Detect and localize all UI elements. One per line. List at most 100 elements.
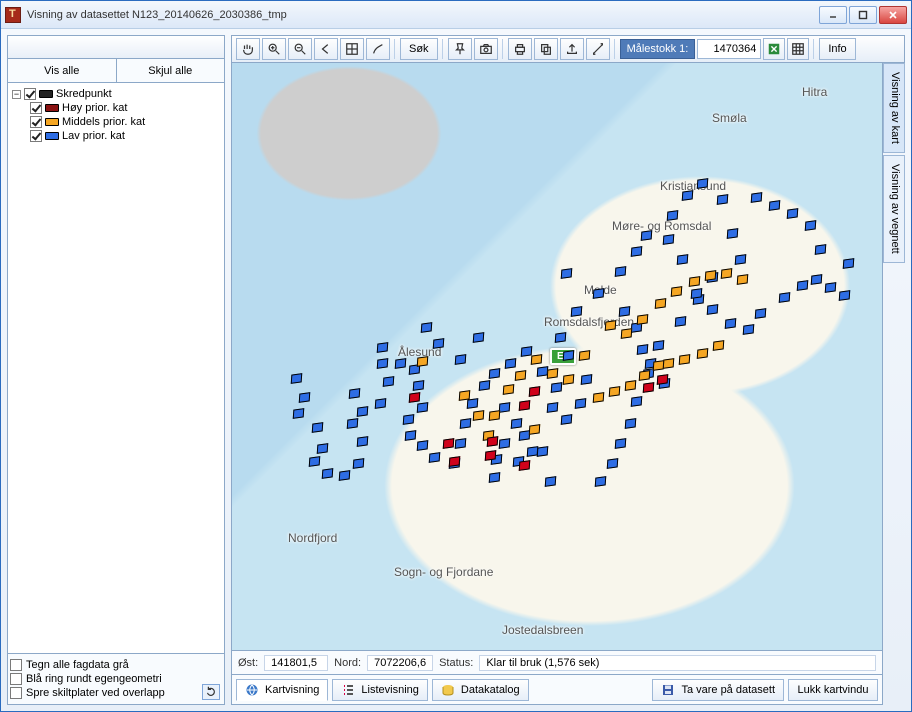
data-point[interactable] bbox=[417, 356, 429, 367]
copy-button[interactable] bbox=[534, 38, 558, 60]
opt-blue-ring-checkbox[interactable] bbox=[10, 673, 22, 685]
data-point[interactable] bbox=[769, 200, 781, 211]
data-point[interactable] bbox=[751, 192, 763, 203]
data-point[interactable] bbox=[705, 270, 717, 281]
data-point[interactable] bbox=[519, 460, 531, 471]
data-point[interactable] bbox=[322, 468, 334, 479]
data-point[interactable] bbox=[503, 384, 515, 395]
data-point[interactable] bbox=[455, 354, 467, 365]
data-point[interactable] bbox=[743, 324, 755, 335]
data-point[interactable] bbox=[473, 410, 485, 421]
data-point[interactable] bbox=[479, 380, 491, 391]
data-point[interactable] bbox=[339, 470, 351, 481]
data-point[interactable] bbox=[653, 340, 665, 351]
export-button[interactable] bbox=[560, 38, 584, 60]
data-point[interactable] bbox=[755, 308, 767, 319]
data-point[interactable] bbox=[615, 438, 627, 449]
data-point[interactable] bbox=[663, 358, 675, 369]
data-point[interactable] bbox=[571, 306, 583, 317]
data-point[interactable] bbox=[839, 290, 851, 301]
data-point[interactable] bbox=[631, 396, 643, 407]
data-point[interactable] bbox=[515, 370, 527, 381]
data-point[interactable] bbox=[551, 382, 563, 393]
data-point[interactable] bbox=[499, 402, 511, 413]
refresh-legend-button[interactable] bbox=[202, 684, 220, 700]
data-point[interactable] bbox=[689, 276, 701, 287]
back-button[interactable] bbox=[314, 38, 338, 60]
data-point[interactable] bbox=[825, 282, 837, 293]
data-point[interactable] bbox=[489, 368, 501, 379]
data-point[interactable] bbox=[805, 220, 817, 231]
zoom-in-tool[interactable] bbox=[262, 38, 286, 60]
data-point[interactable] bbox=[575, 398, 587, 409]
opt-spread-checkbox[interactable] bbox=[10, 687, 22, 699]
data-point[interactable] bbox=[377, 358, 389, 369]
data-point[interactable] bbox=[653, 360, 665, 371]
tab-hide-all[interactable]: Skjul alle bbox=[117, 59, 225, 82]
data-point[interactable] bbox=[519, 400, 531, 411]
vtab-road-view[interactable]: Visning av vegnett bbox=[883, 155, 905, 263]
data-point[interactable] bbox=[725, 318, 737, 329]
tab-map-view[interactable]: Kartvisning bbox=[236, 679, 328, 701]
data-point[interactable] bbox=[625, 380, 637, 391]
excel-export-button[interactable] bbox=[763, 38, 785, 60]
data-point[interactable] bbox=[625, 418, 637, 429]
data-point[interactable] bbox=[433, 338, 445, 349]
data-point[interactable] bbox=[489, 472, 501, 483]
data-point[interactable] bbox=[299, 392, 311, 403]
opt-draw-grey-checkbox[interactable] bbox=[10, 659, 22, 671]
data-point[interactable] bbox=[499, 438, 511, 449]
data-point[interactable] bbox=[531, 354, 543, 365]
zoom-out-tool[interactable] bbox=[288, 38, 312, 60]
info-button[interactable]: Info bbox=[819, 38, 855, 60]
data-point[interactable] bbox=[291, 373, 303, 384]
grid-button[interactable] bbox=[787, 38, 809, 60]
data-point[interactable] bbox=[377, 342, 389, 353]
data-point[interactable] bbox=[395, 358, 407, 369]
data-point[interactable] bbox=[679, 354, 691, 365]
measure-line-tool[interactable] bbox=[366, 38, 390, 60]
data-point[interactable] bbox=[811, 274, 823, 285]
data-point[interactable] bbox=[357, 406, 369, 417]
data-point[interactable] bbox=[593, 392, 605, 403]
tree-child-checkbox[interactable] bbox=[30, 130, 42, 142]
scale-input[interactable] bbox=[697, 39, 761, 59]
pan-tool[interactable] bbox=[236, 38, 260, 60]
data-point[interactable] bbox=[449, 456, 461, 467]
full-extent-button[interactable] bbox=[340, 38, 364, 60]
data-point[interactable] bbox=[639, 370, 651, 381]
tree-child-checkbox[interactable] bbox=[30, 102, 42, 114]
data-point[interactable] bbox=[403, 414, 415, 425]
data-point[interactable] bbox=[547, 402, 559, 413]
data-point[interactable] bbox=[605, 320, 617, 331]
data-point[interactable] bbox=[641, 230, 653, 241]
data-point[interactable] bbox=[607, 458, 619, 469]
vtab-map-view[interactable]: Visning av kart bbox=[883, 63, 905, 153]
data-point[interactable] bbox=[545, 476, 557, 487]
data-point[interactable] bbox=[691, 288, 703, 299]
data-point[interactable] bbox=[529, 424, 541, 435]
data-point[interactable] bbox=[843, 258, 855, 269]
data-point[interactable] bbox=[413, 380, 425, 391]
data-point[interactable] bbox=[787, 208, 799, 219]
data-point[interactable] bbox=[671, 286, 683, 297]
data-point[interactable] bbox=[657, 374, 669, 385]
data-point[interactable] bbox=[561, 268, 573, 279]
data-point[interactable] bbox=[779, 292, 791, 303]
layer-tree[interactable]: − Skredpunkt Høy prior. katMiddels prior… bbox=[7, 83, 225, 654]
maximize-button[interactable] bbox=[849, 6, 877, 24]
data-point[interactable] bbox=[621, 328, 633, 339]
data-point[interactable] bbox=[529, 386, 541, 397]
data-point[interactable] bbox=[609, 386, 621, 397]
data-point[interactable] bbox=[405, 430, 417, 441]
data-point[interactable] bbox=[737, 274, 749, 285]
data-point[interactable] bbox=[615, 266, 627, 277]
data-point[interactable] bbox=[581, 374, 593, 385]
data-point[interactable] bbox=[735, 254, 747, 265]
data-point[interactable] bbox=[487, 436, 499, 447]
data-point[interactable] bbox=[409, 392, 421, 403]
data-point[interactable] bbox=[667, 210, 679, 221]
measure-distance-tool[interactable] bbox=[586, 38, 610, 60]
data-point[interactable] bbox=[707, 304, 719, 315]
data-point[interactable] bbox=[655, 298, 667, 309]
